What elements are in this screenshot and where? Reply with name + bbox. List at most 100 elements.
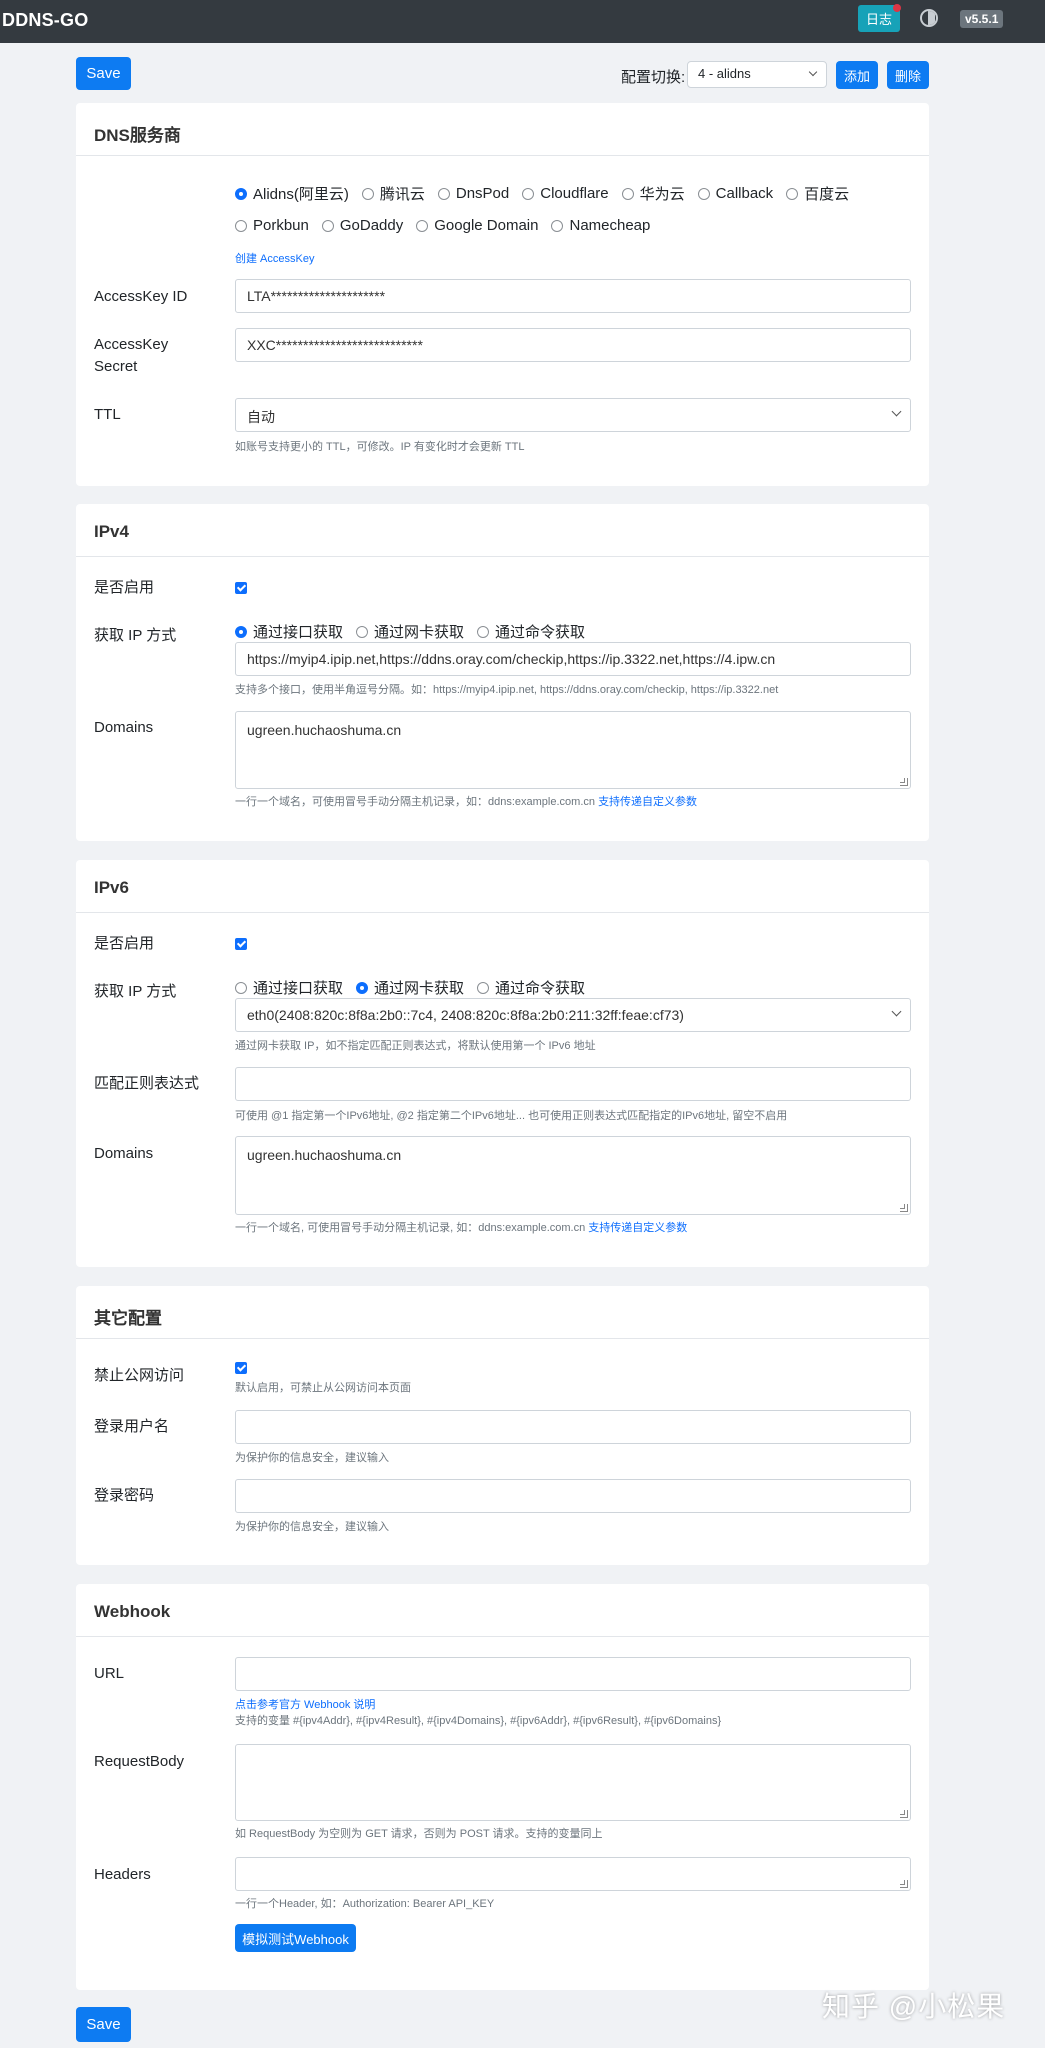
provider-radio-google-domain[interactable]: Google Domain [416, 217, 538, 234]
provider-radio-group-2: Porkbun GoDaddy Google Domain Namecheap [235, 217, 663, 234]
watermark-text: 知乎 @小松果 [822, 1991, 1006, 2022]
save-button-top[interactable]: Save [76, 57, 131, 90]
provider-radio-godaddy[interactable]: GoDaddy [321, 217, 403, 234]
access-key-id-label: AccessKey ID [94, 288, 188, 305]
card-title: IPv6 [76, 860, 929, 913]
brand-title[interactable]: DDNS-GO [2, 10, 88, 31]
provider-radio-namecheap[interactable]: Namecheap [551, 217, 650, 234]
password-input[interactable] [235, 1479, 911, 1513]
access-key-secret-input[interactable]: XXC*************************** [235, 328, 911, 362]
headers-label: Headers [94, 1866, 151, 1883]
radio-checked-icon [235, 625, 247, 638]
webhook-url-input[interactable] [235, 1657, 911, 1691]
radio-icon [321, 219, 334, 232]
save-button-bottom[interactable]: Save [76, 2007, 131, 2042]
version-badge[interactable]: v5.5.1 [960, 10, 1004, 28]
config-select[interactable]: 4 - alidns [687, 61, 827, 88]
provider-radio-porkbun[interactable]: Porkbun [235, 217, 309, 234]
ipv4-method-cmd-radio[interactable]: 通过命令获取 [477, 621, 585, 642]
provider-radio-huawei[interactable]: 华为云 [621, 183, 685, 204]
provider-radio-baidu[interactable]: 百度云 [786, 183, 849, 204]
ttl-select[interactable]: 自动 [235, 398, 911, 432]
webhook-docs-link[interactable]: 点击参考官方 Webhook 说明 [235, 1696, 375, 1712]
password-label: 登录密码 [94, 1487, 155, 1504]
radio-icon [621, 187, 634, 200]
radio-icon [477, 625, 490, 638]
ipv4-card: IPv4 是否启用 获取 IP 方式 通过接口获取 通过网卡获取 通过命令获取 … [76, 504, 929, 841]
radio-checked-icon [235, 187, 247, 200]
ttl-select-value: 自动 [247, 409, 275, 425]
delete-config-button[interactable]: 删除 [887, 61, 929, 89]
radio-icon [235, 981, 247, 994]
ipv6-nic-select[interactable]: eth0(2408:820c:8f8a:2b0::7c4, 2408:820c:… [235, 998, 911, 1032]
ipv6-regex-help-text: 可使用 @1 指定第一个IPv6地址, @2 指定第二个IPv6地址... 也可… [235, 1110, 788, 1122]
radio-icon [235, 219, 247, 232]
ipv4-enable-label: 是否启用 [94, 579, 155, 596]
card-title: DNS服务商 [76, 103, 929, 156]
ipv4-enable-checkbox[interactable] [235, 582, 247, 594]
log-button-label: 日志 [865, 12, 892, 27]
chevron-down-icon [891, 1006, 902, 1017]
ipv6-domains-textarea[interactable]: ugreen.huchaoshuma.cn [235, 1136, 911, 1215]
ipv4-method-label: 获取 IP 方式 [94, 627, 177, 644]
config-switch-label: 配置切换: [621, 69, 686, 86]
notification-dot-icon [893, 4, 901, 12]
custom-params-link[interactable]: 支持传递自定义参数 [588, 1222, 687, 1234]
provider-radio-group: Alidns(阿里云) 腾讯云 DnsPod Cloudflare 华为云 Ca… [235, 183, 862, 204]
ipv6-enable-checkbox[interactable] [235, 938, 247, 950]
chevron-down-icon [891, 406, 902, 417]
disable-public-access-checkbox[interactable] [235, 1362, 247, 1374]
ipv6-method-nic-radio[interactable]: 通过网卡获取 [356, 977, 464, 998]
provider-radio-cloudflare[interactable]: Cloudflare [522, 183, 609, 204]
radio-icon [437, 187, 450, 200]
radio-icon [416, 219, 429, 232]
config-select-value: 4 - alidns [698, 66, 751, 81]
ipv6-method-api-radio[interactable]: 通过接口获取 [235, 977, 343, 998]
test-webhook-button[interactable]: 模拟测试Webhook [235, 1924, 356, 1952]
ipv4-method-radio-group: 通过接口获取 通过网卡获取 通过命令获取 [235, 621, 598, 642]
ipv6-regex-input[interactable] [235, 1067, 911, 1101]
ipv4-domains-value: ugreen.huchaoshuma.cn [247, 722, 402, 738]
resize-grip-icon[interactable] [900, 1810, 908, 1818]
radio-icon [697, 187, 710, 200]
username-input[interactable] [235, 1410, 911, 1444]
ipv4-method-nic-radio[interactable]: 通过网卡获取 [356, 621, 464, 642]
add-config-button[interactable]: 添加 [836, 61, 878, 89]
resize-grip-icon[interactable] [900, 1880, 908, 1888]
log-button[interactable]: 日志 [858, 4, 901, 32]
theme-toggle-icon[interactable] [920, 9, 938, 27]
radio-icon [477, 981, 490, 994]
ipv4-domains-label: Domains [94, 719, 154, 736]
ttl-help-text: 如账号支持更小的 TTL，可修改。IP 有变化时才会更新 TTL [235, 441, 525, 453]
resize-grip-icon[interactable] [900, 1204, 908, 1212]
ipv6-nic-select-value: eth0(2408:820c:8f8a:2b0::7c4, 2408:820c:… [247, 1007, 684, 1023]
card-title: 其它配置 [76, 1286, 929, 1339]
ipv4-domains-textarea[interactable]: ugreen.huchaoshuma.cn [235, 711, 911, 789]
radio-icon [551, 219, 564, 232]
ipv4-method-api-radio[interactable]: 通过接口获取 [235, 621, 343, 642]
username-help-text: 为保护你的信息安全，建议输入 [235, 1452, 389, 1464]
provider-radio-callback[interactable]: Callback [697, 183, 773, 204]
radio-checked-icon [356, 981, 369, 994]
ipv6-method-cmd-radio[interactable]: 通过命令获取 [477, 977, 585, 998]
ipv6-enable-label: 是否启用 [94, 935, 155, 952]
access-key-id-input[interactable]: LTA********************* [235, 279, 911, 313]
other-config-card: 其它配置 禁止公网访问 默认启用，可禁止从公网访问本页面 登录用户名 为保护你的… [76, 1286, 929, 1565]
create-accesskey-link[interactable]: 创建 AccessKey [235, 250, 314, 266]
ttl-label: TTL [94, 406, 121, 423]
ipv6-domains-value: ugreen.huchaoshuma.cn [247, 1147, 402, 1163]
headers-help-text: 一行一个Header, 如：Authorization: Bearer API_… [235, 1898, 495, 1910]
request-body-textarea[interactable] [235, 1744, 911, 1821]
username-label: 登录用户名 [94, 1418, 170, 1435]
ipv4-url-input[interactable]: https://myip4.ipip.net,https://ddns.oray… [235, 642, 911, 676]
ipv6-domains-help-text: 一行一个域名, 可使用冒号手动分隔主机记录, 如：ddns:example.co… [235, 1222, 688, 1234]
radio-icon [356, 625, 369, 638]
ipv6-domains-label: Domains [94, 1145, 154, 1162]
resize-grip-icon[interactable] [900, 778, 908, 786]
headers-textarea[interactable] [235, 1857, 911, 1891]
ipv6-card: IPv6 是否启用 获取 IP 方式 通过接口获取 通过网卡获取 通过命令获取 … [76, 860, 929, 1267]
custom-params-link[interactable]: 支持传递自定义参数 [598, 796, 697, 808]
provider-radio-alidns[interactable]: Alidns(阿里云) [235, 183, 349, 204]
provider-radio-tencent[interactable]: 腾讯云 [361, 183, 425, 204]
provider-radio-dnspod[interactable]: DnsPod [437, 183, 509, 204]
